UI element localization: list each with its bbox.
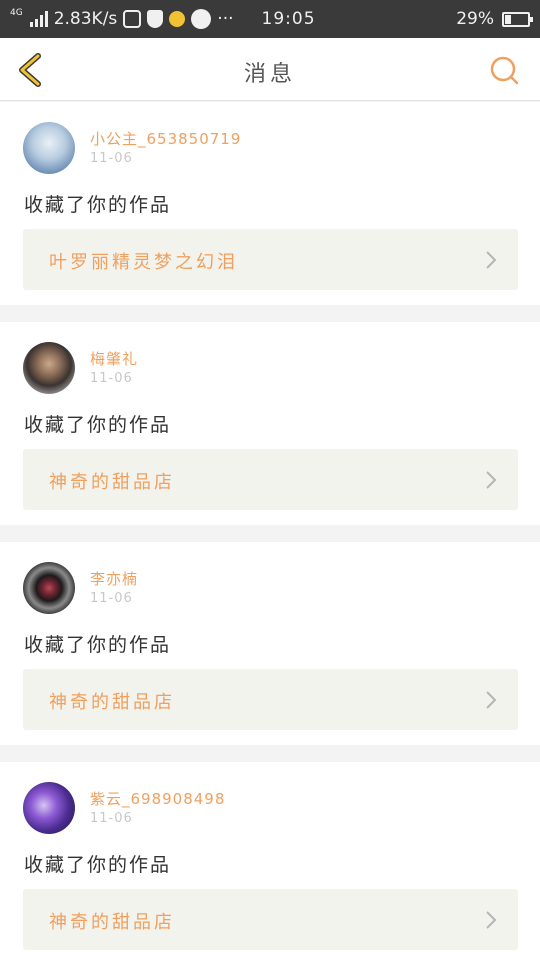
username[interactable]: 紫云_698908498 [90,788,225,809]
message-card: 小公主_653850719 11-06 收藏了你的作品 叶罗丽精灵梦之幻泪 [0,102,540,305]
page-title: 消息 [243,62,296,87]
message-card: 梅肇礼 11-06 收藏了你的作品 神奇的甜品店 [0,322,540,525]
message-date: 11-06 [90,811,133,826]
work-title: 神奇的甜品店 [49,692,175,713]
action-text: 收藏了你的作品 [24,634,172,656]
network-speed: 2.83K/s [53,9,118,29]
work-link[interactable]: 神奇的甜品店 [23,669,518,730]
message-date: 11-06 [90,371,133,386]
username[interactable]: 李亦楠 [90,568,138,589]
message-card: 紫云_698908498 11-06 收藏了你的作品 神奇的甜品店 [0,762,540,960]
more-icon: ··· [217,9,234,29]
network-type: 4G [10,8,23,18]
chevron-right-icon [486,911,497,929]
chevron-right-icon [486,251,497,269]
header-bar: 消息 [0,38,540,101]
app-q-icon [191,9,212,29]
search-icon[interactable] [488,54,520,86]
clock: 19:05 [261,9,316,29]
avatar[interactable] [23,782,75,834]
work-title: 神奇的甜品店 [49,472,175,493]
work-link[interactable]: 神奇的甜品店 [23,889,518,950]
avatar[interactable] [23,342,75,394]
avatar[interactable] [23,562,75,614]
username[interactable]: 小公主_653850719 [90,128,241,149]
signal-icon [29,11,48,27]
message-date: 11-06 [90,151,133,166]
notification-icon [123,10,142,28]
battery-icon [502,11,533,27]
action-text: 收藏了你的作品 [24,414,172,436]
status-bar: 4G 2.83K/s ··· 19:05 29% [0,0,540,38]
message-date: 11-06 [90,591,133,606]
chevron-right-icon [486,471,497,489]
work-title: 神奇的甜品店 [49,912,175,933]
work-link[interactable]: 神奇的甜品店 [23,449,518,510]
app-dot-icon [169,11,186,27]
message-card: 李亦楠 11-06 收藏了你的作品 神奇的甜品店 [0,542,540,745]
chevron-right-icon [486,691,497,709]
work-title: 叶罗丽精灵梦之幻泪 [49,252,238,273]
avatar[interactable] [23,122,75,174]
action-text: 收藏了你的作品 [24,194,172,216]
message-list: 小公主_653850719 11-06 收藏了你的作品 叶罗丽精灵梦之幻泪 梅肇… [0,102,540,960]
battery-percent: 29% [456,9,494,29]
action-text: 收藏了你的作品 [24,854,172,876]
work-link[interactable]: 叶罗丽精灵梦之幻泪 [23,229,518,290]
username[interactable]: 梅肇礼 [90,348,138,369]
shield-icon [147,10,164,28]
